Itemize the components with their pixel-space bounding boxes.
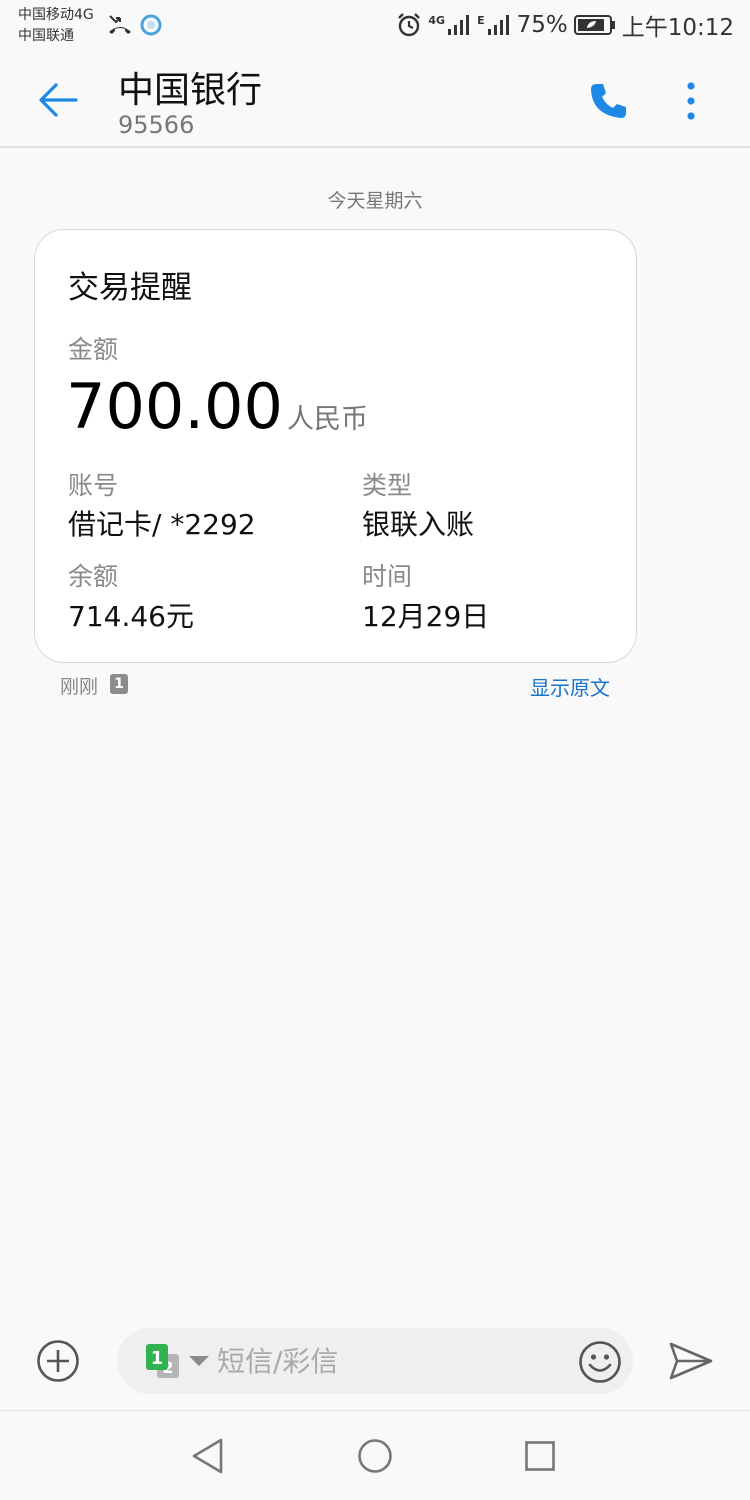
signal-icon-2: E — [477, 14, 511, 36]
card-title: 交易提醒 — [68, 270, 192, 306]
type-value: 银联入账 — [362, 508, 475, 541]
message-input[interactable] — [217, 1340, 557, 1382]
status-bar: 中国移动4G 中国联通 4G E 75% 上午10:12 — [0, 0, 750, 52]
clock: 上午10:12 — [621, 15, 734, 41]
carrier-1: 中国移动4G — [18, 7, 94, 23]
battery-icon — [573, 15, 615, 35]
call-button[interactable] — [582, 76, 634, 126]
emoji-icon[interactable] — [578, 1340, 622, 1384]
app-notification-icon — [140, 14, 162, 36]
plus-circle-icon[interactable] — [36, 1339, 80, 1383]
nav-recents-icon[interactable] — [524, 1440, 556, 1472]
sim-badge: 1 — [110, 674, 128, 694]
transaction-message-card[interactable]: 交易提醒 金额 700.00 人民币 账号 借记卡/ *2292 类型 银联入账… — [34, 229, 637, 663]
more-options-button[interactable] — [670, 76, 712, 126]
account-value: 借记卡/ *2292 — [68, 508, 256, 541]
sim-card-icon[interactable]: 2 1 — [143, 1342, 213, 1380]
type-label: 类型 — [362, 471, 413, 500]
account-label: 账号 — [68, 471, 119, 500]
more-vertical-icon — [687, 82, 695, 120]
network-type-2: E — [477, 14, 485, 27]
amount-row: 700.00 人民币 — [66, 370, 368, 443]
time-value: 12月29日 — [362, 600, 490, 633]
send-icon[interactable] — [668, 1340, 714, 1382]
balance-value: 714.46元 — [68, 600, 194, 633]
battery-percent: 75% — [516, 12, 568, 38]
sim-primary-label: 1 — [151, 1348, 164, 1369]
nav-home-icon[interactable] — [357, 1438, 393, 1474]
alarm-icon — [398, 13, 421, 37]
amount-value: 700.00 — [66, 370, 283, 443]
conversation-header: 中国银行 95566 — [0, 52, 750, 148]
phone-icon — [591, 84, 626, 118]
signal-icon: 4G — [428, 14, 471, 36]
amount-label: 金额 — [68, 335, 119, 364]
missed-call-icon — [109, 15, 131, 34]
carrier-labels: 中国移动4G 中国联通 — [18, 5, 94, 47]
carrier-2: 中国联通 — [18, 28, 74, 44]
time-label: 时间 — [362, 562, 413, 591]
dropdown-arrow-icon — [189, 1356, 209, 1366]
contact-name: 中国银行 — [118, 70, 263, 111]
date-divider: 今天星期六 — [327, 190, 423, 212]
compose-box: 2 1 — [117, 1328, 633, 1394]
message-timestamp: 刚刚 — [60, 676, 99, 698]
network-type-1: 4G — [428, 14, 446, 27]
amount-currency: 人民币 — [286, 404, 368, 435]
nav-back-icon[interactable] — [190, 1437, 226, 1475]
show-original-link[interactable]: 显示原文 — [530, 672, 610, 701]
contact-number: 95566 — [118, 111, 195, 139]
balance-label: 余额 — [68, 562, 119, 591]
status-icons: 4G E 75% 上午10:12 — [396, 9, 734, 41]
back-arrow-icon — [39, 83, 78, 117]
system-navigation-bar — [0, 1410, 750, 1500]
back-button[interactable] — [30, 76, 86, 124]
